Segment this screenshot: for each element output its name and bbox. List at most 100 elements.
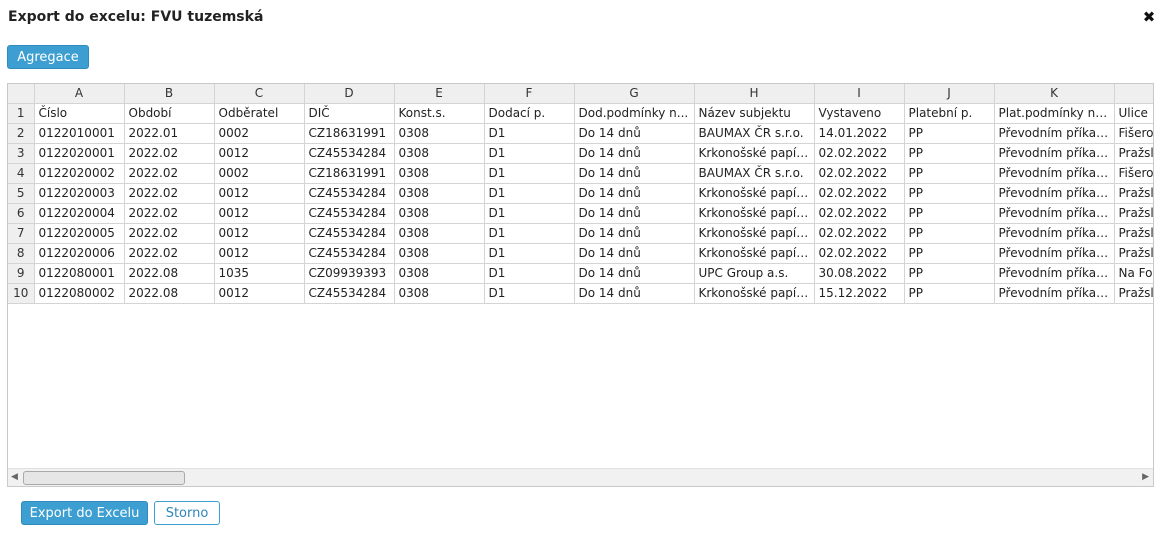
table-cell[interactable]: Převodním příkaz...: [993, 243, 1115, 264]
table-cell[interactable]: D1: [483, 203, 575, 224]
table-cell[interactable]: 0122020002: [33, 163, 125, 184]
table-cell[interactable]: 0308: [393, 223, 485, 244]
column-letter-header[interactable]: B: [123, 84, 215, 104]
table-cell[interactable]: 0308: [393, 243, 485, 264]
table-cell[interactable]: PP: [903, 123, 995, 144]
row-number[interactable]: 8: [8, 243, 35, 264]
header-cell[interactable]: Odběratel: [213, 103, 305, 124]
column-letter-header[interactable]: A: [33, 84, 125, 104]
table-cell[interactable]: Převodním příkaz...: [993, 143, 1115, 164]
table-cell[interactable]: D1: [483, 263, 575, 284]
table-cell[interactable]: Převodním příkaz...: [993, 263, 1115, 284]
table-cell[interactable]: Pražsl: [1113, 283, 1153, 304]
export-to-excel-button[interactable]: Export do Excelu: [21, 501, 148, 525]
row-number[interactable]: 10: [8, 283, 35, 304]
table-cell[interactable]: CZ18631991: [303, 123, 395, 144]
table-cell[interactable]: Krkonošské papír...: [693, 183, 815, 204]
header-cell[interactable]: Dodací p.: [483, 103, 575, 124]
table-cell[interactable]: 02.02.2022: [813, 243, 905, 264]
table-cell[interactable]: D1: [483, 163, 575, 184]
header-cell[interactable]: Dod.podmínky n...: [573, 103, 695, 124]
table-cell[interactable]: Do 14 dnů: [573, 143, 695, 164]
table-cell[interactable]: PP: [903, 143, 995, 164]
table-cell[interactable]: Krkonošské papír...: [693, 283, 815, 304]
table-cell[interactable]: 0122020003: [33, 183, 125, 204]
table-cell[interactable]: 2022.02: [123, 163, 215, 184]
table-cell[interactable]: PP: [903, 243, 995, 264]
table-cell[interactable]: 0308: [393, 203, 485, 224]
table-cell[interactable]: Fišero: [1113, 123, 1153, 144]
table-cell[interactable]: PP: [903, 163, 995, 184]
table-cell[interactable]: D1: [483, 123, 575, 144]
table-cell[interactable]: CZ45534284: [303, 283, 395, 304]
table-cell[interactable]: Převodním příkaz...: [993, 183, 1115, 204]
table-cell[interactable]: Pražsl: [1113, 203, 1153, 224]
table-cell[interactable]: 0122020005: [33, 223, 125, 244]
table-cell[interactable]: 0308: [393, 263, 485, 284]
table-cell[interactable]: 0002: [213, 163, 305, 184]
table-cell[interactable]: Pražsl: [1113, 183, 1153, 204]
caret-right-icon[interactable]: ▶: [1142, 472, 1149, 482]
table-cell[interactable]: 0002: [213, 123, 305, 144]
table-cell[interactable]: 02.02.2022: [813, 143, 905, 164]
table-cell[interactable]: Fišero: [1113, 163, 1153, 184]
header-cell[interactable]: Platební p.: [903, 103, 995, 124]
row-number[interactable]: 2: [8, 123, 35, 144]
table-cell[interactable]: 02.02.2022: [813, 223, 905, 244]
table-cell[interactable]: Převodním příkaz...: [993, 203, 1115, 224]
header-cell[interactable]: Ulice: [1113, 103, 1153, 124]
table-cell[interactable]: D1: [483, 223, 575, 244]
header-cell[interactable]: Období: [123, 103, 215, 124]
table-cell[interactable]: 0308: [393, 163, 485, 184]
column-letter-header[interactable]: G: [573, 84, 695, 104]
table-cell[interactable]: 0012: [213, 203, 305, 224]
table-cell[interactable]: Do 14 dnů: [573, 283, 695, 304]
table-cell[interactable]: 1035: [213, 263, 305, 284]
header-cell[interactable]: Plat.podmínky ná...: [993, 103, 1115, 124]
agregace-button[interactable]: Agregace: [7, 45, 89, 69]
table-cell[interactable]: 0308: [393, 183, 485, 204]
table-cell[interactable]: PP: [903, 183, 995, 204]
column-letter-header[interactable]: K: [993, 84, 1115, 104]
table-cell[interactable]: CZ45534284: [303, 243, 395, 264]
column-letter-header[interactable]: J: [903, 84, 995, 104]
row-number[interactable]: 7: [8, 223, 35, 244]
row-number[interactable]: 5: [8, 183, 35, 204]
table-cell[interactable]: 0122080002: [33, 283, 125, 304]
column-letter-header[interactable]: I: [813, 84, 905, 104]
table-cell[interactable]: 2022.02: [123, 183, 215, 204]
column-letter-header[interactable]: F: [483, 84, 575, 104]
row-number[interactable]: 9: [8, 263, 35, 284]
header-cell[interactable]: DIČ: [303, 103, 395, 124]
table-cell[interactable]: Do 14 dnů: [573, 163, 695, 184]
row-number[interactable]: 4: [8, 163, 35, 184]
table-cell[interactable]: BAUMAX ČR s.r.o.: [693, 123, 815, 144]
table-cell[interactable]: Do 14 dnů: [573, 263, 695, 284]
table-cell[interactable]: PP: [903, 223, 995, 244]
column-letter-header[interactable]: H: [693, 84, 815, 104]
header-cell[interactable]: Konst.s.: [393, 103, 485, 124]
table-cell[interactable]: Do 14 dnů: [573, 183, 695, 204]
table-cell[interactable]: Převodním příkaz...: [993, 123, 1115, 144]
table-cell[interactable]: CZ45534284: [303, 143, 395, 164]
scrollbar-thumb[interactable]: [23, 471, 185, 485]
horizontal-scrollbar[interactable]: ◀ ▶: [8, 468, 1153, 486]
table-cell[interactable]: Pražsl: [1113, 223, 1153, 244]
table-cell[interactable]: 15.12.2022: [813, 283, 905, 304]
table-cell[interactable]: CZ09939393: [303, 263, 395, 284]
table-cell[interactable]: Do 14 dnů: [573, 243, 695, 264]
table-cell[interactable]: PP: [903, 203, 995, 224]
table-cell[interactable]: 0122010001: [33, 123, 125, 144]
table-cell[interactable]: D1: [483, 283, 575, 304]
storno-button[interactable]: Storno: [154, 501, 220, 525]
table-cell[interactable]: Krkonošské papír...: [693, 243, 815, 264]
table-cell[interactable]: 2022.02: [123, 203, 215, 224]
table-cell[interactable]: 0122020006: [33, 243, 125, 264]
table-cell[interactable]: Na Fo: [1113, 263, 1153, 284]
table-cell[interactable]: 02.02.2022: [813, 203, 905, 224]
table-cell[interactable]: Převodním příkaz...: [993, 163, 1115, 184]
column-letter-header[interactable]: D: [303, 84, 395, 104]
table-cell[interactable]: 0308: [393, 283, 485, 304]
table-cell[interactable]: Do 14 dnů: [573, 123, 695, 144]
close-icon[interactable]: ✖: [1141, 8, 1157, 26]
